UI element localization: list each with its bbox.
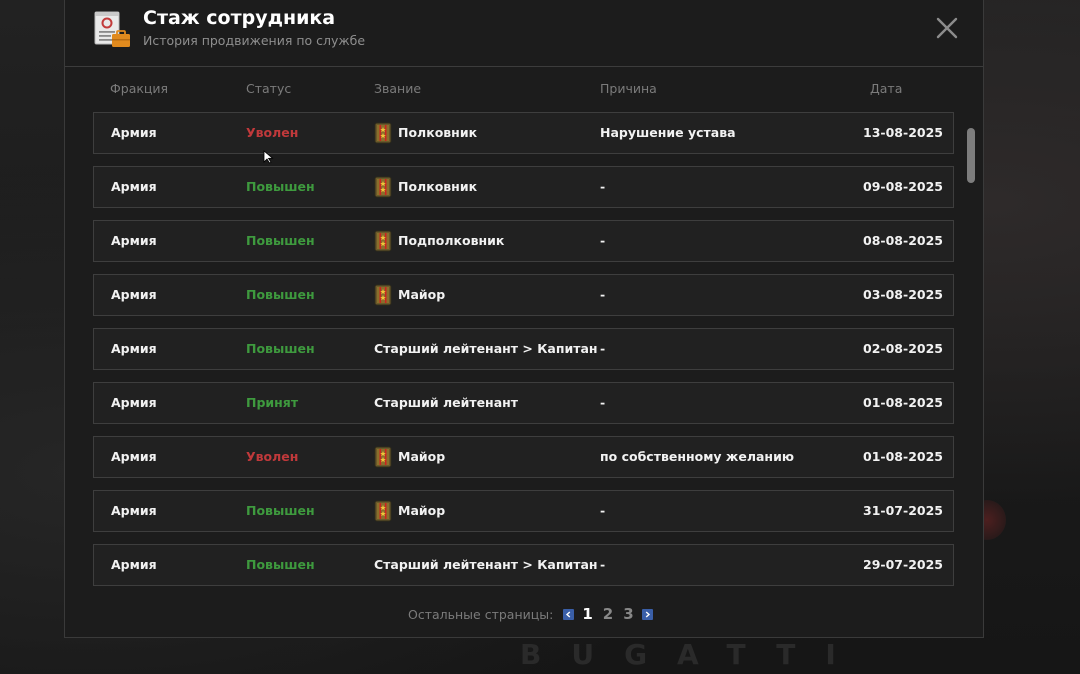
column-header-date: Дата: [870, 81, 903, 96]
row-faction: Армия: [111, 449, 157, 464]
row-rank: Полковник: [374, 167, 477, 207]
row-date: 09-08-2025: [863, 179, 943, 194]
row-status: Принят: [246, 395, 299, 410]
row-date: 02-08-2025: [863, 341, 943, 356]
page-title: Стаж сотрудника: [143, 7, 336, 29]
mouse-cursor-icon: [263, 150, 274, 164]
row-date: 08-08-2025: [863, 233, 943, 248]
history-list: Армия Уволен Полковник Нарушение устава 13-0…: [93, 112, 956, 586]
row-reason: -: [600, 233, 606, 248]
row-reason: -: [600, 395, 606, 410]
background-brand-text: BUGATTI: [520, 638, 866, 671]
scrollbar-thumb[interactable]: [967, 128, 975, 183]
row-reason: Нарушение устава: [600, 125, 736, 140]
document-briefcase-icon: [94, 11, 130, 47]
row-faction: Армия: [111, 233, 157, 248]
row-rank: Майор: [374, 275, 445, 315]
shoulder-strap-icon: [374, 122, 392, 144]
chevron-right-icon[interactable]: [641, 608, 653, 620]
employee-history-modal: Стаж сотрудника История продвижения по с…: [64, 0, 984, 638]
row-rank: Полковник: [374, 113, 477, 153]
shoulder-strap-icon: [374, 500, 392, 522]
page-2-button[interactable]: 2: [601, 605, 615, 623]
row-rank: Старший лейтенант > Капитан: [374, 545, 598, 585]
close-icon[interactable]: [935, 16, 959, 40]
pagination-label: Остальные страницы:: [408, 606, 554, 622]
page-subtitle: История продвижения по службе: [143, 33, 366, 48]
row-rank-label: Майор: [398, 449, 446, 464]
pagination: Остальные страницы: 1 2 3: [408, 605, 653, 623]
shoulder-strap-icon: [374, 284, 392, 306]
row-status: Повышен: [246, 503, 315, 518]
page-3-button[interactable]: 3: [621, 605, 635, 623]
page-1-button[interactable]: 1: [580, 605, 594, 623]
row-status: Уволен: [246, 125, 299, 140]
row-date: 01-08-2025: [863, 449, 943, 464]
row-rank: Майор: [374, 491, 445, 531]
row-status: Повышен: [246, 179, 315, 194]
row-rank: Подполковник: [374, 221, 504, 261]
row-faction: Армия: [111, 179, 157, 194]
row-status: Повышен: [246, 233, 315, 248]
row-reason: -: [600, 179, 606, 194]
table-row[interactable]: Армия Повышен Старший лейтенант > Капитан -…: [93, 544, 954, 586]
row-rank: Старший лейтенант > Капитан: [374, 329, 598, 369]
row-rank-label: Полковник: [398, 125, 478, 140]
row-faction: Армия: [111, 395, 157, 410]
table-row[interactable]: Армия Повышен Майор - 03-08-2025: [93, 274, 954, 316]
row-rank-label: Полковник: [398, 179, 478, 194]
row-date: 29-07-2025: [863, 557, 943, 572]
row-faction: Армия: [111, 557, 157, 572]
row-rank: Майор: [374, 437, 445, 477]
row-faction: Армия: [111, 125, 157, 140]
row-status: Уволен: [246, 449, 299, 464]
chevron-left-icon[interactable]: [563, 608, 575, 620]
table-row[interactable]: Армия Повышен Старший лейтенант > Капитан -…: [93, 328, 954, 370]
row-rank-label: Старший лейтенант: [374, 395, 519, 410]
row-faction: Армия: [111, 341, 157, 356]
row-rank-label: Старший лейтенант > Капитан: [374, 341, 598, 356]
table-row[interactable]: Армия Повышен Майор - 31-07-2025: [93, 490, 954, 532]
row-reason: -: [600, 503, 606, 518]
row-status: Повышен: [246, 341, 315, 356]
table-row[interactable]: Армия Повышен Полковник - 09-08-2025: [93, 166, 954, 208]
row-rank: Старший лейтенант: [374, 383, 518, 423]
table-row[interactable]: Армия Принят Старший лейтенант - 01-08-2025: [93, 382, 954, 424]
column-header-faction: Фракция: [110, 81, 169, 96]
row-reason: -: [600, 557, 606, 572]
modal-header: Стаж сотрудника История продвижения по с…: [65, 0, 983, 67]
column-header-reason: Причина: [600, 81, 657, 96]
table-row[interactable]: Армия Уволен Полковник Нарушение устава 13-0…: [93, 112, 954, 154]
table-row[interactable]: Армия Уволен Майор по собственному желанию 0…: [93, 436, 954, 478]
shoulder-strap-icon: [374, 230, 392, 252]
row-date: 13-08-2025: [863, 125, 943, 140]
row-date: 01-08-2025: [863, 395, 943, 410]
column-header-status: Статус: [246, 81, 292, 96]
shoulder-strap-icon: [374, 446, 392, 468]
row-faction: Армия: [111, 287, 157, 302]
row-date: 31-07-2025: [863, 503, 943, 518]
shoulder-strap-icon: [374, 176, 392, 198]
row-status: Повышен: [246, 287, 315, 302]
row-date: 03-08-2025: [863, 287, 943, 302]
table-row[interactable]: Армия Повышен Подполковник - 08-08-2025: [93, 220, 954, 262]
row-reason: -: [600, 287, 606, 302]
row-rank-label: Старший лейтенант > Капитан: [374, 557, 598, 572]
row-rank-label: Майор: [398, 503, 446, 518]
row-reason: по собственному желанию: [600, 449, 794, 464]
row-rank-label: Майор: [398, 287, 446, 302]
column-header-rank: Звание: [374, 81, 422, 96]
row-rank-label: Подполковник: [398, 233, 505, 248]
row-faction: Армия: [111, 503, 157, 518]
row-reason: -: [600, 341, 606, 356]
row-status: Повышен: [246, 557, 315, 572]
